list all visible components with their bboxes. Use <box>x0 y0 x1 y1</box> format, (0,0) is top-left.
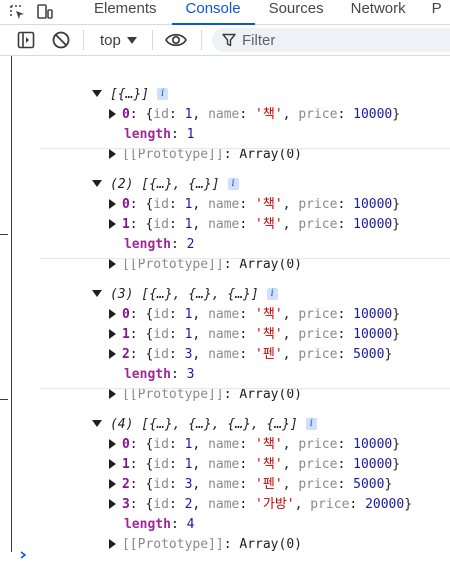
prop-value: 10000 <box>353 107 393 122</box>
prop-key: name <box>208 107 240 122</box>
array-header[interactable]: (3) [{…}, {…}, {…}] i <box>45 265 278 302</box>
gutter-tick <box>0 234 8 235</box>
array-header[interactable]: (4) [{…}, {…}, {…}, {…}] i <box>45 395 317 432</box>
device-toolbar-icon[interactable] <box>34 0 56 24</box>
length-row: length: 2 <box>123 237 195 252</box>
prop-value: '펜' <box>255 347 283 362</box>
message-divider <box>40 388 450 389</box>
collapsed-triangle-icon[interactable] <box>108 538 116 549</box>
prototype-row[interactable]: [[Prototype]]: Array(0) <box>62 365 302 402</box>
toolbar-separator <box>201 30 202 50</box>
console-toolbar: top <box>0 25 450 56</box>
prop-value: 5000 <box>353 347 385 362</box>
length-row: length: 3 <box>123 367 195 382</box>
console-prompt-chevron-icon[interactable] <box>20 544 28 563</box>
prop-key: price <box>298 347 338 362</box>
prop-key: price <box>310 497 350 512</box>
prop-key: price <box>298 107 338 122</box>
prop-key: price <box>298 217 338 232</box>
filter-icon <box>222 33 236 47</box>
array-element[interactable]: 1: {id: 1, name: '책', price: 10000} <box>62 435 400 472</box>
prop-key: name <box>208 217 240 232</box>
dropdown-arrow-icon <box>126 32 137 49</box>
eye-icon[interactable] <box>164 30 188 50</box>
array-element[interactable]: 1: {id: 1, name: '책', price: 10000} <box>62 305 400 342</box>
sidebar-toggle-icon[interactable] <box>16 30 36 50</box>
left-gutter <box>0 56 12 552</box>
array-element[interactable]: 2: {id: 3, name: '펜', price: 5000} <box>62 325 392 362</box>
prop-value: '책' <box>255 217 283 232</box>
array-element[interactable]: 0: {id: 1, name: '책', price: 10000} <box>62 85 400 122</box>
clear-console-icon[interactable] <box>51 30 71 50</box>
array-element[interactable]: 0: {id: 1, name: '책', price: 10000} <box>62 175 400 212</box>
tab-network[interactable]: Network <box>351 0 406 24</box>
toolbar-separator <box>83 30 84 50</box>
gutter-tick <box>0 399 8 400</box>
prototype-row[interactable]: [[Prototype]]: Array(0) <box>62 235 302 272</box>
array-header[interactable]: (2) [{…}, {…}] i <box>45 155 239 192</box>
prop-value: '책' <box>255 107 283 122</box>
filter-box[interactable] <box>212 28 450 52</box>
array-element[interactable]: 3: {id: 2, name: '가방', price: 20000} <box>62 475 412 512</box>
prop-value: 20000 <box>365 497 405 512</box>
length-row: length: 1 <box>123 127 195 142</box>
array-element[interactable]: 1: {id: 1, name: '책', price: 10000} <box>62 195 400 232</box>
message-divider <box>40 148 450 149</box>
inspect-icon[interactable] <box>6 0 28 24</box>
array-header[interactable]: [{…}] i <box>45 65 169 102</box>
filter-input[interactable] <box>242 31 422 49</box>
toolbar-separator <box>152 30 153 50</box>
prototype-key: [[Prototype]] <box>121 537 224 552</box>
length-row: length: 4 <box>123 517 195 532</box>
tab-sources[interactable]: Sources <box>269 0 324 24</box>
tab-overflow[interactable]: P <box>432 0 442 24</box>
prototype-row[interactable]: [[Prototype]]: Array(0) <box>62 125 302 162</box>
prototype-value: Array(0) <box>239 147 302 162</box>
prototype-value: Array(0) <box>239 537 302 552</box>
context-label: top <box>100 31 121 49</box>
prop-value: 10000 <box>353 217 393 232</box>
context-selector[interactable]: top <box>100 30 137 50</box>
prototype-row[interactable]: [[Prototype]]: Array(0) <box>62 515 302 552</box>
array-element[interactable]: 2: {id: 3, name: '펜', price: 5000} <box>62 455 392 492</box>
message-divider <box>40 258 450 259</box>
prop-value: '가방' <box>255 497 295 512</box>
array-element[interactable]: 0: {id: 1, name: '책', price: 10000} <box>62 285 400 322</box>
devtools-tab-bar: Elements Console Sources Network P <box>0 0 450 25</box>
tab-elements[interactable]: Elements <box>94 0 157 24</box>
array-element[interactable]: 0: {id: 1, name: '책', price: 10000} <box>62 415 400 452</box>
prop-key: name <box>208 497 240 512</box>
prop-key: name <box>208 347 240 362</box>
tab-console[interactable]: Console <box>171 0 255 25</box>
